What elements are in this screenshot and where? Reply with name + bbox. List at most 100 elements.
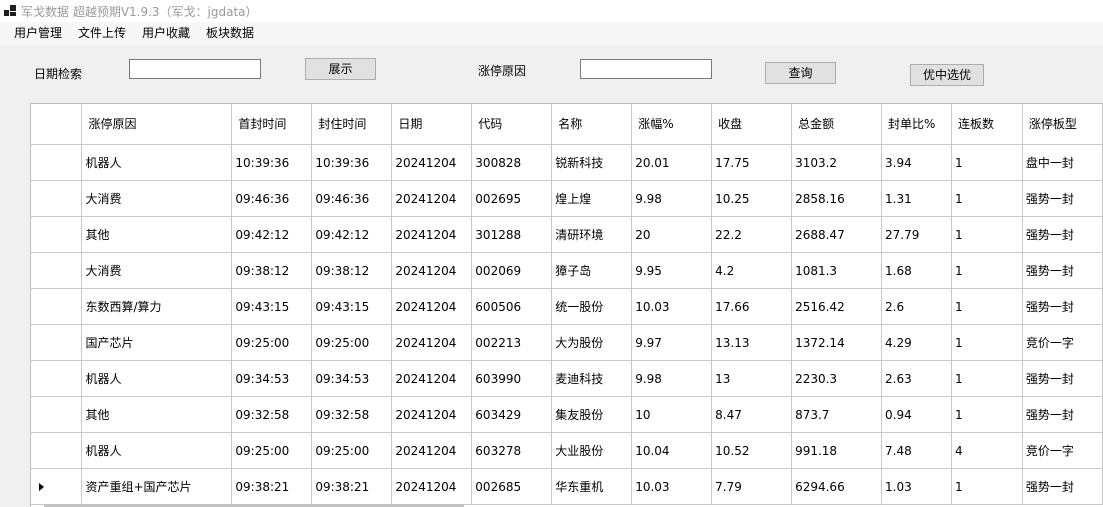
date-search-input[interactable] bbox=[129, 59, 261, 79]
cell-change-pct[interactable]: 9.98 bbox=[631, 180, 713, 217]
cell-code[interactable]: 002695 bbox=[471, 180, 553, 217]
table-row[interactable]: 机器人 09:34:53 09:34:53 20241204 603990 麦迪科技 9.9… bbox=[31, 360, 1103, 397]
cell-total-amount[interactable]: 2516.42 bbox=[791, 288, 883, 325]
cell-final-seal-time[interactable]: 09:34:53 bbox=[311, 360, 393, 397]
query-button[interactable]: 查询 bbox=[765, 62, 836, 84]
cell-board-type[interactable]: 强势一封 bbox=[1022, 216, 1103, 253]
menu-user-favorites[interactable]: 用户收藏 bbox=[136, 22, 200, 45]
table-row[interactable]: 机器人 10:39:36 10:39:36 20241204 300828 锐新科技 20.… bbox=[31, 144, 1103, 181]
cell-final-seal-time[interactable]: 09:38:12 bbox=[311, 252, 393, 289]
row-header[interactable] bbox=[31, 432, 83, 469]
row-header[interactable] bbox=[31, 288, 83, 325]
table-row[interactable]: 资产重组+国产芯片 09:38:21 09:38:21 20241204 002685 华… bbox=[31, 468, 1103, 505]
cell-name[interactable]: 清研环境 bbox=[551, 216, 633, 253]
cell-total-amount[interactable]: 2688.47 bbox=[791, 216, 883, 253]
show-button[interactable]: 展示 bbox=[305, 58, 376, 80]
cell-seal-ratio[interactable]: 1.03 bbox=[881, 468, 952, 505]
cell-consecutive-boards[interactable]: 1 bbox=[951, 360, 1023, 397]
col-header-code[interactable]: 代码 bbox=[471, 104, 553, 145]
col-header-close[interactable]: 收盘 bbox=[711, 104, 793, 145]
data-grid[interactable]: 涨停原因 首封时间 封住时间 日期 代码 名称 涨幅% 收盘 总金额 封单比% … bbox=[30, 103, 1103, 507]
reason-input[interactable] bbox=[580, 59, 712, 79]
cell-final-seal-time[interactable]: 09:46:36 bbox=[311, 180, 393, 217]
col-header-final-seal-time[interactable]: 封住时间 bbox=[311, 104, 393, 145]
cell-close[interactable]: 7.79 bbox=[711, 468, 793, 505]
cell-close[interactable]: 13 bbox=[711, 360, 793, 397]
cell-name[interactable]: 煌上煌 bbox=[551, 180, 633, 217]
cell-name[interactable]: 集友股份 bbox=[551, 396, 633, 433]
cell-board-type[interactable]: 竞价一字 bbox=[1022, 324, 1103, 361]
cell-close[interactable]: 13.13 bbox=[711, 324, 793, 361]
col-header-seal-ratio[interactable]: 封单比% bbox=[881, 104, 952, 145]
cell-total-amount[interactable]: 991.18 bbox=[791, 432, 883, 469]
cell-consecutive-boards[interactable]: 1 bbox=[951, 396, 1023, 433]
cell-consecutive-boards[interactable]: 1 bbox=[951, 216, 1023, 253]
cell-first-seal-time[interactable]: 09:34:53 bbox=[231, 360, 313, 397]
cell-name[interactable]: 大为股份 bbox=[551, 324, 633, 361]
cell-first-seal-time[interactable]: 09:38:21 bbox=[231, 468, 313, 505]
cell-board-type[interactable]: 强势一封 bbox=[1022, 468, 1103, 505]
cell-final-seal-time[interactable]: 10:39:36 bbox=[311, 144, 393, 181]
cell-reason[interactable]: 东数西算/算力 bbox=[81, 288, 233, 325]
cell-total-amount[interactable]: 2858.16 bbox=[791, 180, 883, 217]
table-row[interactable]: 大消费 09:38:12 09:38:12 20241204 002069 獐子岛 9.95… bbox=[31, 252, 1103, 289]
col-header-change-pct[interactable]: 涨幅% bbox=[631, 104, 713, 145]
cell-date[interactable]: 20241204 bbox=[391, 396, 473, 433]
row-header[interactable] bbox=[31, 396, 83, 433]
cell-date[interactable]: 20241204 bbox=[391, 180, 473, 217]
table-row[interactable]: 其他 09:32:58 09:32:58 20241204 603429 集友股份 10 8.… bbox=[31, 396, 1103, 433]
cell-board-type[interactable]: 强势一封 bbox=[1022, 360, 1103, 397]
cell-close[interactable]: 22.2 bbox=[711, 216, 793, 253]
cell-change-pct[interactable]: 10 bbox=[631, 396, 713, 433]
row-header[interactable] bbox=[31, 468, 83, 505]
cell-date[interactable]: 20241204 bbox=[391, 252, 473, 289]
cell-name[interactable]: 锐新科技 bbox=[551, 144, 633, 181]
cell-close[interactable]: 4.2 bbox=[711, 252, 793, 289]
cell-date[interactable]: 20241204 bbox=[391, 468, 473, 505]
cell-total-amount[interactable]: 1372.14 bbox=[791, 324, 883, 361]
col-header-reason[interactable]: 涨停原因 bbox=[81, 104, 233, 145]
cell-close[interactable]: 10.52 bbox=[711, 432, 793, 469]
cell-total-amount[interactable]: 2230.3 bbox=[791, 360, 883, 397]
cell-seal-ratio[interactable]: 0.94 bbox=[881, 396, 952, 433]
cell-name[interactable]: 麦迪科技 bbox=[551, 360, 633, 397]
cell-name[interactable]: 大业股份 bbox=[551, 432, 633, 469]
cell-consecutive-boards[interactable]: 1 bbox=[951, 468, 1023, 505]
cell-seal-ratio[interactable]: 7.48 bbox=[881, 432, 952, 469]
cell-code[interactable]: 301288 bbox=[471, 216, 553, 253]
cell-reason[interactable]: 机器人 bbox=[81, 144, 233, 181]
cell-code[interactable]: 603429 bbox=[471, 396, 553, 433]
cell-reason[interactable]: 机器人 bbox=[81, 360, 233, 397]
cell-code[interactable]: 002069 bbox=[471, 252, 553, 289]
menu-user-management[interactable]: 用户管理 bbox=[0, 22, 72, 45]
cell-code[interactable]: 603990 bbox=[471, 360, 553, 397]
cell-reason[interactable]: 其他 bbox=[81, 216, 233, 253]
cell-consecutive-boards[interactable]: 1 bbox=[951, 144, 1023, 181]
row-header[interactable] bbox=[31, 360, 83, 397]
col-header-board-type[interactable]: 涨停板型 bbox=[1022, 104, 1103, 145]
cell-first-seal-time[interactable]: 10:39:36 bbox=[231, 144, 313, 181]
cell-change-pct[interactable]: 9.97 bbox=[631, 324, 713, 361]
row-header[interactable] bbox=[31, 252, 83, 289]
cell-seal-ratio[interactable]: 2.63 bbox=[881, 360, 952, 397]
cell-date[interactable]: 20241204 bbox=[391, 288, 473, 325]
row-header-corner[interactable] bbox=[31, 104, 83, 145]
cell-final-seal-time[interactable]: 09:25:00 bbox=[311, 324, 393, 361]
cell-first-seal-time[interactable]: 09:25:00 bbox=[231, 432, 313, 469]
table-row[interactable]: 机器人 09:25:00 09:25:00 20241204 603278 大业股份 10.… bbox=[31, 432, 1103, 469]
cell-code[interactable]: 002213 bbox=[471, 324, 553, 361]
table-row[interactable]: 其他 09:42:12 09:42:12 20241204 301288 清研环境 20 22… bbox=[31, 216, 1103, 253]
cell-change-pct[interactable]: 20 bbox=[631, 216, 713, 253]
table-row[interactable]: 大消费 09:46:36 09:46:36 20241204 002695 煌上煌 9.98… bbox=[31, 180, 1103, 217]
cell-first-seal-time[interactable]: 09:42:12 bbox=[231, 216, 313, 253]
cell-board-type[interactable]: 强势一封 bbox=[1022, 396, 1103, 433]
cell-date[interactable]: 20241204 bbox=[391, 360, 473, 397]
cell-change-pct[interactable]: 20.01 bbox=[631, 144, 713, 181]
table-row[interactable]: 国产芯片 09:25:00 09:25:00 20241204 002213 大为股份 9.… bbox=[31, 324, 1103, 361]
cell-close[interactable]: 8.47 bbox=[711, 396, 793, 433]
cell-seal-ratio[interactable]: 4.29 bbox=[881, 324, 952, 361]
cell-seal-ratio[interactable]: 27.79 bbox=[881, 216, 952, 253]
cell-seal-ratio[interactable]: 2.6 bbox=[881, 288, 952, 325]
col-header-consecutive-boards[interactable]: 连板数 bbox=[951, 104, 1023, 145]
cell-total-amount[interactable]: 873.7 bbox=[791, 396, 883, 433]
